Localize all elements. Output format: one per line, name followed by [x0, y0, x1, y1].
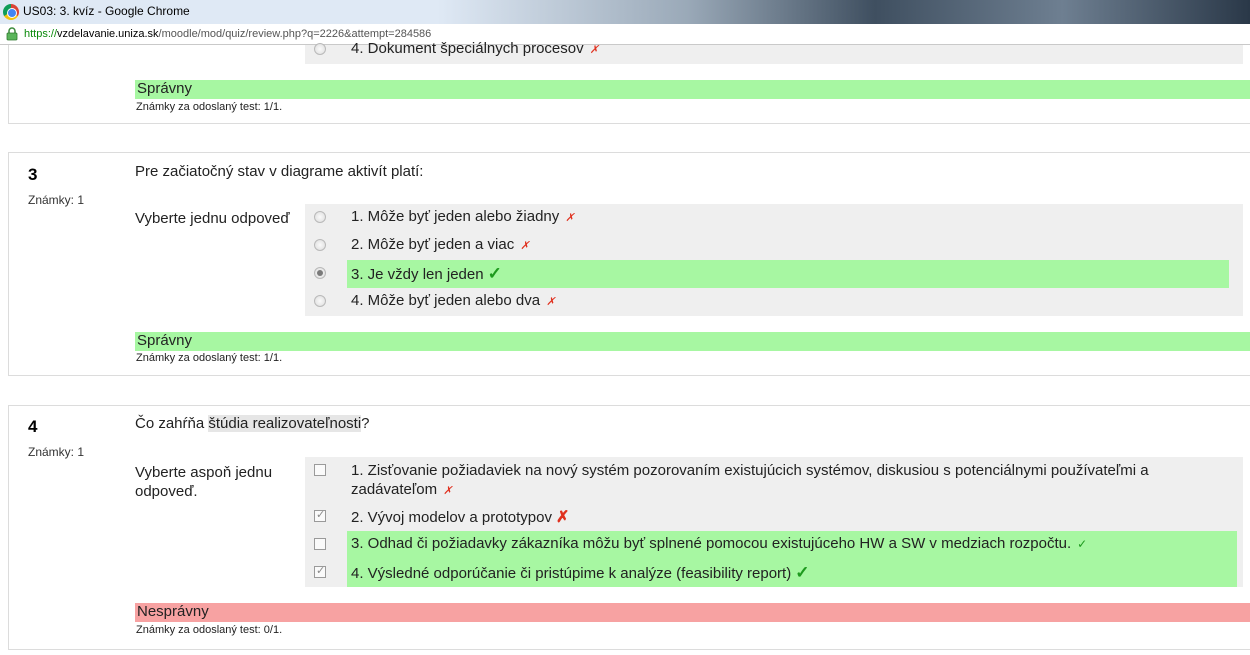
answer-option-1[interactable]: 1. Zisťovanie požiadaviek na nový systém…: [305, 457, 1243, 503]
correct-mark-icon: ✓: [795, 563, 810, 582]
question-mark: Známky za odoslaný test: 1/1.: [136, 352, 283, 364]
question-text: Pre začiatočný stav v diagrame aktivít p…: [135, 163, 424, 180]
chrome-logo-icon: [3, 4, 19, 20]
answer-prompt: Vyberte aspoň jednu odpoveď.: [135, 463, 272, 501]
question-grade: Známky: 1: [28, 445, 85, 459]
answer-prompt-line: odpoveď.: [135, 483, 198, 500]
checkbox[interactable]: [314, 464, 326, 476]
answer-text: 4. Dokument špeciálnych procesov: [351, 40, 584, 57]
question-mark: Známky za odoslaný test: 1/1.: [136, 101, 283, 113]
radio-button[interactable]: [314, 211, 326, 223]
answer-text: 3. Odhad či požiadavky zákazníka môžu by…: [351, 535, 1072, 552]
question-number: 3: [28, 165, 38, 184]
answer-text-line: 1. Zisťovanie požiadaviek na nový systém…: [351, 462, 1149, 479]
wrong-mark-icon: ✗: [520, 240, 530, 252]
answer-option-1[interactable]: 1. Môže byť jeden alebo žiadny ✗: [305, 204, 1243, 232]
answer-option-3[interactable]: 3. Odhad či požiadavky zákazníka môžu by…: [305, 531, 1243, 559]
wrong-mark-icon: ✗: [589, 44, 599, 56]
question-text-highlight: štúdia realizovateľnosti: [208, 415, 362, 432]
window-title: US03: 3. kvíz - Google Chrome: [23, 4, 190, 18]
window-titlebar: US03: 3. kvíz - Google Chrome: [0, 0, 1250, 24]
question-number: 4: [28, 417, 38, 436]
url-path: /moodle/mod/quiz/review.php?q=2226&attem…: [158, 28, 432, 40]
radio-button[interactable]: [314, 239, 326, 251]
question-state: Správny: [135, 332, 1250, 351]
checkbox-checked[interactable]: [314, 564, 326, 578]
answer-list: 4. Dokument špeciálnych procesov ✗: [305, 40, 1243, 64]
checkbox-checked[interactable]: [314, 508, 326, 522]
answer-option-2[interactable]: 2. Môže byť jeden a viac ✗: [305, 232, 1243, 260]
answer-option-3[interactable]: 3. Je vždy len jeden ✓: [305, 260, 1243, 288]
answer-option-2[interactable]: 2. Vývoj modelov a prototypov✗: [305, 503, 1243, 531]
question-text-part: Čo zahŕňa: [135, 415, 209, 432]
answer-label: 1. Môže byť jeden alebo žiadny ✗: [351, 208, 574, 225]
answer-text-line: zadávateľom: [351, 481, 438, 498]
answer-text: 4. Výsledné odporúčanie či pristúpime k …: [351, 565, 792, 582]
url-host: vzdelavanie.uniza.sk: [57, 28, 159, 40]
url-text[interactable]: https://vzdelavanie.uniza.sk/moodle/mod/…: [24, 28, 431, 40]
answer-label: 2. Vývoj modelov a prototypov ✗: [351, 507, 569, 527]
question-grade: Známky: 1: [28, 193, 85, 207]
answer-text: 4. Môže byť jeden alebo dva: [351, 292, 541, 309]
wrong-mark-icon: ✗: [555, 509, 570, 526]
question-text-part: ?: [361, 415, 370, 432]
answer-label: 2. Môže byť jeden a viac ✗: [351, 236, 529, 253]
question-state: Správny: [135, 80, 1250, 99]
answer-text: 3. Je vždy len jeden: [351, 266, 484, 283]
answer-prompt-line: Vyberte aspoň jednu: [135, 464, 273, 481]
address-bar[interactable]: https://vzdelavanie.uniza.sk/moodle/mod/…: [0, 24, 1250, 45]
question-mark: Známky za odoslaný test: 0/1.: [136, 624, 283, 636]
answer-label: 3. Je vždy len jeden ✓: [351, 264, 502, 284]
question-2: 4. Dokument špeciálnych procesov ✗ Správn…: [8, 40, 1250, 124]
wrong-mark-icon: ✗: [565, 212, 575, 224]
wrong-mark-icon: ✗: [443, 485, 453, 497]
url-scheme: https://: [24, 28, 58, 40]
lock-icon: [6, 27, 18, 41]
question-3: 3 Známky: 1 Pre začiatočný stav v diagra…: [8, 152, 1250, 376]
checkbox[interactable]: [314, 538, 326, 550]
correct-mark-icon: ✓: [487, 264, 502, 283]
answer-list: 1. Môže byť jeden alebo žiadny ✗ 2. Môže …: [305, 204, 1243, 316]
correct-mark-icon: ✓: [1077, 537, 1088, 551]
answer-option-4[interactable]: 4. Výsledné odporúčanie či pristúpime k …: [305, 559, 1243, 587]
answer-text: 2. Vývoj modelov a prototypov: [351, 509, 552, 526]
radio-button-selected[interactable]: [314, 267, 326, 279]
radio-button[interactable]: [314, 43, 326, 55]
answer-label: 4. Môže byť jeden alebo dva ✗: [351, 292, 555, 309]
answer-label: 4. Výsledné odporúčanie či pristúpime k …: [351, 563, 809, 583]
question-4: 4 Známky: 1 Čo zahŕňa štúdia realizovate…: [8, 405, 1250, 650]
question-state: Nesprávny: [135, 603, 1250, 622]
answer-label: 3. Odhad či požiadavky zákazníka môžu by…: [351, 535, 1087, 552]
answer-label: 4. Dokument špeciálnych procesov ✗: [351, 40, 599, 57]
radio-button[interactable]: [314, 295, 326, 307]
answer-prompt: Vyberte jednu odpoveď: [135, 210, 290, 227]
answer-option[interactable]: 4. Dokument špeciálnych procesov ✗: [305, 40, 1243, 64]
answer-label: 1. Zisťovanie požiadaviek na nový systém…: [351, 461, 1149, 501]
answer-text: 1. Môže byť jeden alebo žiadny: [351, 208, 560, 225]
wrong-mark-icon: ✗: [546, 296, 556, 308]
answer-option-4[interactable]: 4. Môže byť jeden alebo dva ✗: [305, 288, 1243, 316]
answer-list: 1. Zisťovanie požiadaviek na nový systém…: [305, 457, 1243, 587]
question-text: Čo zahŕňa štúdia realizovateľnosti?: [135, 415, 370, 432]
answer-text: 2. Môže byť jeden a viac: [351, 236, 515, 253]
